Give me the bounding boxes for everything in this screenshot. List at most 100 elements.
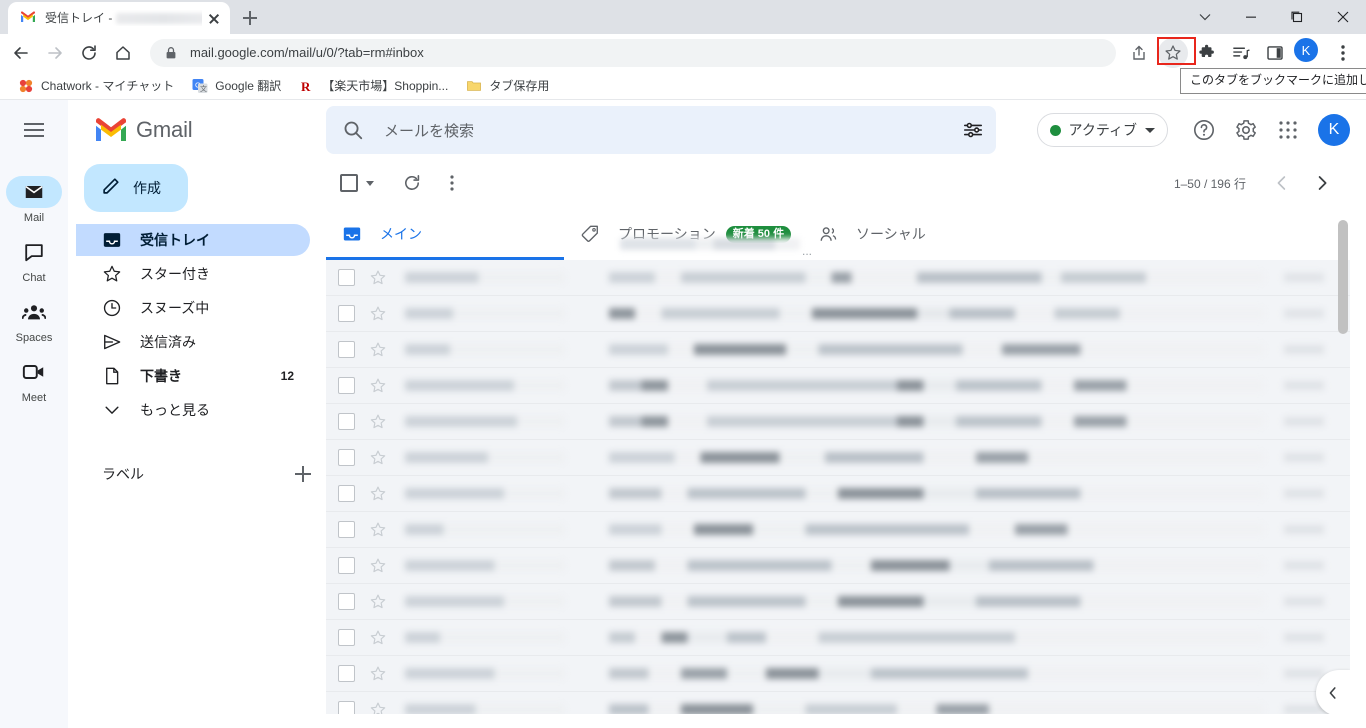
refresh-button[interactable]: [392, 163, 432, 203]
star-icon[interactable]: [369, 449, 387, 467]
star-icon[interactable]: [369, 521, 387, 539]
scrollbar-thumb[interactable]: [1338, 220, 1348, 334]
rail-item-spaces[interactable]: Spaces: [0, 296, 68, 344]
rail-item-mail[interactable]: Mail: [0, 176, 68, 224]
close-icon[interactable]: [206, 10, 222, 26]
chrome-menu-icon[interactable]: [1328, 38, 1358, 68]
table-row[interactable]: [326, 584, 1350, 620]
plus-icon[interactable]: [290, 461, 316, 487]
tab-primary[interactable]: メイン: [326, 206, 564, 260]
new-tab-button[interactable]: [236, 4, 264, 32]
sidebar-item-snoozed[interactable]: スヌーズ中: [76, 292, 310, 324]
chevron-down-icon[interactable]: [366, 180, 374, 186]
category-tabs: メイン プロモーション 新着 50 件 ... ソーシャル: [326, 206, 1350, 260]
tab-promotions[interactable]: プロモーション 新着 50 件 ...: [564, 206, 812, 260]
row-checkbox[interactable]: [338, 449, 355, 466]
row-checkbox[interactable]: [338, 377, 355, 394]
search-input[interactable]: メールを検索: [326, 106, 996, 154]
table-row[interactable]: [326, 548, 1350, 584]
tune-icon[interactable]: [962, 119, 984, 141]
table-row[interactable]: [326, 332, 1350, 368]
bookmark-item-chatwork[interactable]: Chatwork - マイチャット: [10, 74, 182, 98]
table-row[interactable]: [326, 440, 1350, 476]
row-checkbox[interactable]: [338, 305, 355, 322]
bookmark-item-folder[interactable]: タブ保存用: [458, 74, 557, 98]
star-icon[interactable]: [369, 665, 387, 683]
reload-icon[interactable]: [74, 38, 104, 68]
rail-label: Mail: [23, 212, 45, 224]
bookmark-label: Google 翻訳: [215, 79, 282, 93]
status-badge[interactable]: アクティブ: [1036, 113, 1168, 147]
minimize-icon[interactable]: [1228, 0, 1274, 34]
table-row[interactable]: [326, 656, 1350, 692]
star-icon[interactable]: [369, 341, 387, 359]
row-checkbox[interactable]: [338, 413, 355, 430]
bookmark-item-rakuten[interactable]: R 【楽天市場】Shoppin...: [291, 74, 456, 98]
side-panel-icon[interactable]: [1260, 38, 1290, 68]
row-checkbox[interactable]: [338, 269, 355, 286]
address-bar[interactable]: mail.google.com/mail/u/0/?tab=rm#inbox: [150, 39, 1116, 67]
row-checkbox[interactable]: [338, 629, 355, 646]
next-page-button[interactable]: [1302, 163, 1342, 203]
reading-list-icon[interactable]: [1226, 38, 1256, 68]
chevron-down-icon[interactable]: [1182, 0, 1228, 34]
more-options-button[interactable]: [432, 163, 472, 203]
bookmark-star-icon[interactable]: [1158, 38, 1188, 68]
star-icon[interactable]: [369, 557, 387, 575]
table-row[interactable]: [326, 620, 1350, 656]
star-icon[interactable]: [369, 629, 387, 647]
table-row[interactable]: [326, 512, 1350, 548]
browser-tab-gmail[interactable]: 受信トレイ -@gm: [8, 2, 230, 34]
settings-icon[interactable]: [1226, 110, 1266, 150]
row-checkbox[interactable]: [338, 701, 355, 714]
star-icon[interactable]: [369, 377, 387, 395]
pencil-icon: [100, 175, 122, 202]
row-checkbox[interactable]: [338, 521, 355, 538]
sidebar-item-inbox[interactable]: 受信トレイ: [76, 224, 310, 256]
row-checkbox[interactable]: [338, 557, 355, 574]
sidebar-item-drafts[interactable]: 下書き 12: [76, 360, 310, 392]
url-text: mail.google.com/mail/u/0/?tab=rm#inbox: [190, 45, 424, 60]
profile-avatar[interactable]: K: [1294, 38, 1324, 68]
rail-item-meet[interactable]: Meet: [0, 356, 68, 404]
maximize-icon[interactable]: [1274, 0, 1320, 34]
row-checkbox[interactable]: [338, 593, 355, 610]
list-scrollbar[interactable]: [1338, 206, 1348, 704]
star-icon[interactable]: [369, 413, 387, 431]
table-row[interactable]: [326, 260, 1350, 296]
star-icon[interactable]: [369, 305, 387, 323]
apps-grid-icon[interactable]: [1268, 110, 1308, 150]
sidebar-item-starred[interactable]: スター付き: [76, 258, 310, 290]
table-row[interactable]: [326, 368, 1350, 404]
sidebar-item-sent[interactable]: 送信済み: [76, 326, 310, 358]
table-row[interactable]: [326, 692, 1350, 714]
star-icon[interactable]: [369, 593, 387, 611]
bookmark-item-translate[interactable]: G文 Google 翻訳: [184, 74, 289, 98]
avatar[interactable]: K: [1318, 114, 1350, 146]
compose-button[interactable]: 作成: [84, 164, 188, 212]
extensions-icon[interactable]: [1192, 38, 1222, 68]
rail-item-chat[interactable]: Chat: [0, 236, 68, 284]
home-icon[interactable]: [108, 38, 138, 68]
main-menu-icon[interactable]: [12, 108, 56, 152]
table-row[interactable]: [326, 404, 1350, 440]
select-all-checkbox[interactable]: [340, 174, 392, 192]
star-icon[interactable]: [369, 485, 387, 503]
row-checkbox[interactable]: [338, 341, 355, 358]
row-checkbox[interactable]: [338, 665, 355, 682]
tag-icon: [580, 224, 600, 244]
star-icon[interactable]: [369, 269, 387, 287]
back-icon[interactable]: [6, 38, 36, 68]
row-checkbox[interactable]: [338, 485, 355, 502]
share-icon[interactable]: [1124, 38, 1154, 68]
bookmark-label: 【楽天市場】Shoppin...: [322, 79, 449, 93]
star-icon[interactable]: [369, 701, 387, 714]
table-row[interactable]: [326, 296, 1350, 332]
table-row[interactable]: [326, 476, 1350, 512]
close-icon[interactable]: [1320, 0, 1366, 34]
help-icon[interactable]: [1184, 110, 1224, 150]
tab-social[interactable]: ソーシャル: [802, 206, 1040, 260]
side-panel-expand-button[interactable]: [1316, 670, 1350, 714]
status-text: アクティブ: [1068, 122, 1137, 138]
sidebar-item-more[interactable]: もっと見る: [76, 394, 310, 426]
